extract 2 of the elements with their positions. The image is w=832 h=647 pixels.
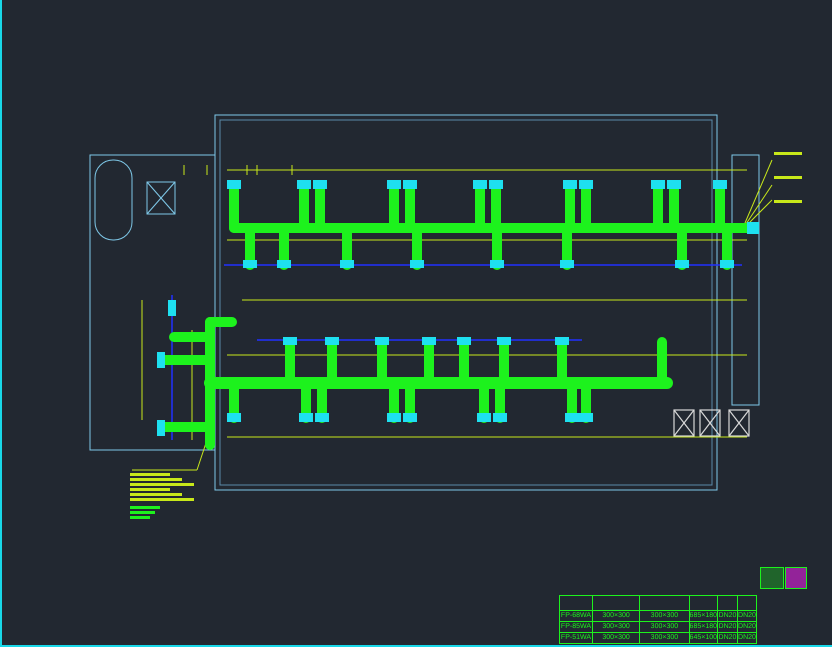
legend-symbol-icon: [785, 567, 807, 589]
legend-symbol-icon: [760, 567, 784, 589]
